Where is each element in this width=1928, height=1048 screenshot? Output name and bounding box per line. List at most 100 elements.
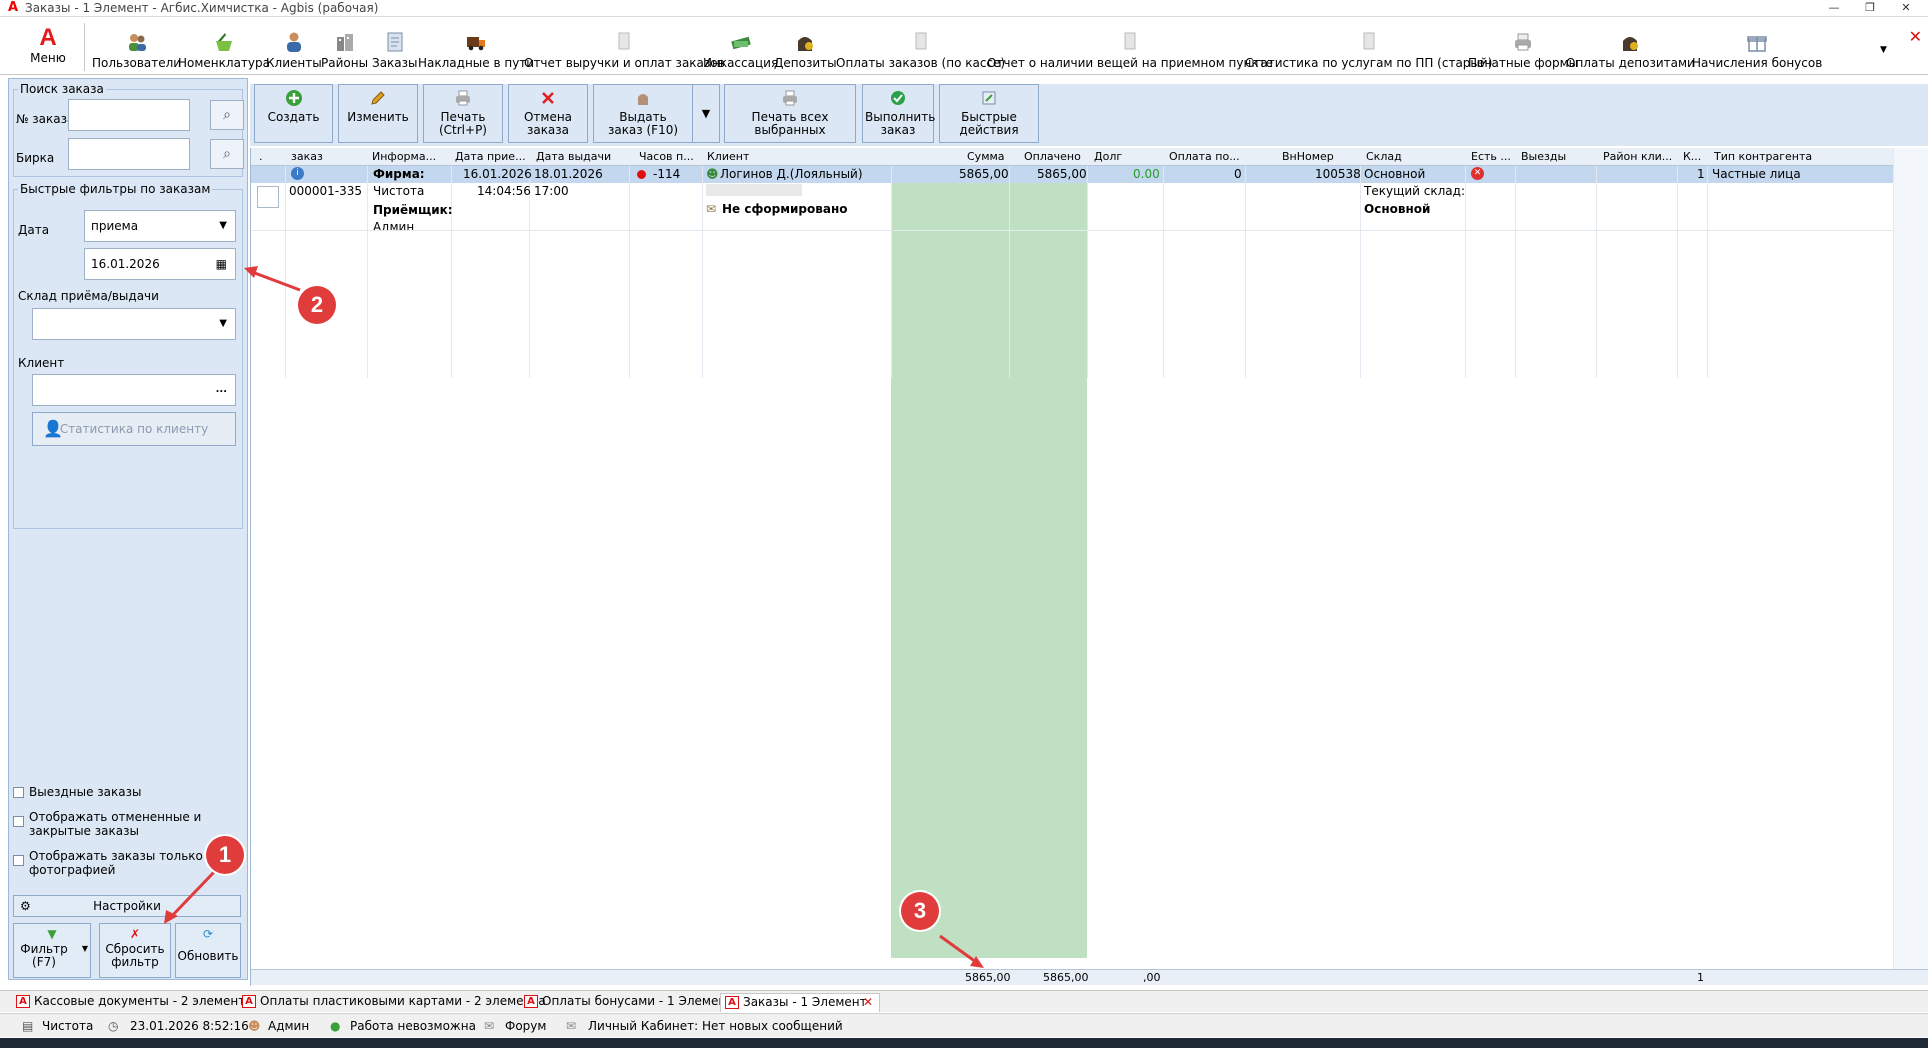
client-more-button[interactable]: ... bbox=[216, 375, 227, 405]
status-datetime: 23.01.2026 8:52:16 bbox=[130, 1019, 249, 1033]
toolbar-deposits[interactable]: Депозиты bbox=[774, 31, 837, 71]
order-no-input[interactable] bbox=[68, 99, 190, 131]
agbis-tab-icon: A bbox=[16, 995, 30, 1008]
tag-input[interactable] bbox=[68, 138, 190, 170]
order-no-search-button[interactable]: ⌕ bbox=[210, 100, 244, 130]
col-header-order[interactable]: заказ bbox=[291, 150, 323, 163]
toolbar-order-payments[interactable]: Оплаты заказов (по кассе) bbox=[836, 31, 1005, 71]
toolbar-waybills[interactable]: Накладные в пути bbox=[418, 31, 534, 71]
status-forum[interactable]: Форум bbox=[505, 1019, 546, 1033]
toolbar-revenue-report[interactable]: Отчет выручки и оплат заказов bbox=[524, 31, 725, 71]
toolbar-users[interactable]: Пользователи bbox=[92, 31, 181, 71]
client-name[interactable]: Логинов Д.(Лояльный) bbox=[720, 167, 863, 181]
print-button[interactable]: Печать (Ctrl+P) bbox=[423, 84, 503, 143]
warehouse-dropdown[interactable]: ▼ bbox=[32, 308, 236, 340]
window-close-button[interactable]: ✕ bbox=[1888, 0, 1924, 16]
toolbar-more-icon[interactable]: ▼ bbox=[1880, 45, 1892, 57]
pencil-icon bbox=[371, 91, 385, 105]
col-header-dot[interactable]: . bbox=[259, 150, 263, 163]
issue-order-button[interactable]: Выдать заказ (F10) bbox=[593, 84, 693, 143]
tag-search-button[interactable]: ⌕ bbox=[210, 139, 244, 169]
toolbar-items-report[interactable]: Отчет о наличии вещей на приемном пункте bbox=[987, 31, 1273, 71]
edit-button[interactable]: Изменить bbox=[338, 84, 418, 143]
quick-actions-button[interactable]: Быстрые действия bbox=[939, 84, 1039, 143]
orders-grid[interactable]: . заказ Информа... Дата прие... Дата выд… bbox=[250, 148, 1928, 986]
refresh-icon: ⟳ bbox=[202, 927, 214, 941]
user-icon: ☻ bbox=[248, 1019, 261, 1033]
print-all-selected-button[interactable]: Печать всех выбранных bbox=[724, 84, 856, 143]
hours-value: -114 bbox=[653, 167, 681, 181]
toolbar-deposit-payments[interactable]: Оплаты депозитами bbox=[1566, 31, 1695, 71]
toolbar-orders[interactable]: Заказы bbox=[372, 31, 418, 71]
toolbar-print-forms[interactable]: Печатные формы bbox=[1468, 31, 1578, 71]
col-header-k[interactable]: К... bbox=[1683, 150, 1701, 163]
col-header-payment[interactable]: Оплата по... bbox=[1169, 150, 1243, 163]
col-header-visits[interactable]: Выезды bbox=[1521, 150, 1566, 163]
row-select-checkbox[interactable] bbox=[257, 186, 279, 208]
quick-filters-title: Быстрые фильтры по заказам bbox=[18, 182, 213, 196]
col-header-sum[interactable]: Сумма bbox=[967, 150, 1005, 163]
col-header-debt[interactable]: Долг bbox=[1094, 150, 1122, 163]
field-orders-checkbox[interactable]: Выездные заказы bbox=[13, 785, 243, 799]
toolbar-districts[interactable]: Районы bbox=[321, 31, 368, 71]
funnel-icon: ▼ bbox=[47, 927, 57, 941]
col-header-client[interactable]: Клиент bbox=[707, 150, 749, 163]
filter-button[interactable]: ▼ Фильтр (F7) ▼ bbox=[13, 923, 91, 978]
minimize-button[interactable]: — bbox=[1816, 0, 1852, 16]
col-header-info[interactable]: Информа... bbox=[372, 150, 438, 163]
col-header-warehouse[interactable]: Склад bbox=[1366, 150, 1402, 163]
toolbar-bonus-accruals[interactable]: Начисления бонусов bbox=[1692, 31, 1822, 71]
restore-button[interactable]: ❐ bbox=[1852, 0, 1888, 16]
checkbox-box[interactable] bbox=[13, 787, 24, 798]
reset-filter-button[interactable]: ✗ Сбросить фильтр bbox=[99, 923, 171, 978]
tab-bonus-payments[interactable]: A Оплаты бонусами - 1 Элемент bbox=[520, 993, 733, 1012]
tab-orders[interactable]: A Заказы - 1 Элемент ✕ bbox=[720, 993, 880, 1012]
date-input[interactable]: 16.01.2026 ▦ bbox=[84, 248, 236, 280]
complete-order-button[interactable]: Выполнить заказ bbox=[862, 84, 935, 143]
col-header-received[interactable]: Дата прие... bbox=[455, 150, 529, 163]
k-value: 1 bbox=[1697, 167, 1705, 181]
footer-paid: 5865,00 bbox=[1043, 971, 1089, 984]
calendar-icon[interactable]: ▦ bbox=[216, 249, 227, 279]
create-button[interactable]: Создать bbox=[254, 84, 333, 143]
col-header-contractor[interactable]: Тип контрагента bbox=[1714, 150, 1812, 163]
printer-icon bbox=[1515, 33, 1532, 51]
col-header-hours[interactable]: Часов п... bbox=[639, 150, 701, 163]
close-document-icon[interactable]: ✕ bbox=[1909, 27, 1922, 46]
date-type-dropdown[interactable]: приема ▼ bbox=[84, 210, 236, 242]
chevron-down-icon[interactable]: ▼ bbox=[82, 944, 88, 953]
grid-scroll-area[interactable] bbox=[1893, 148, 1928, 969]
report-icon bbox=[1124, 32, 1136, 50]
toolbar-nomenclature[interactable]: Номенклатура bbox=[178, 31, 270, 71]
toolbar-service-stats[interactable]: Статистика по услугам по ПП (старый) bbox=[1245, 31, 1492, 71]
client-stats-button[interactable]: 👤 Статистика по клиенту bbox=[32, 412, 236, 446]
tab-cash-documents[interactable]: A Кассовые документы - 2 элемента bbox=[12, 993, 253, 1012]
col-header-paid[interactable]: Оплачено bbox=[1024, 150, 1081, 163]
checkbox-box[interactable] bbox=[13, 855, 24, 866]
tab-card-payments[interactable]: A Оплаты пластиковыми картами - 2 элемен… bbox=[238, 993, 546, 1012]
col-header-internal-no[interactable]: ВнНомер bbox=[1282, 150, 1334, 163]
order-no-label: № заказа bbox=[16, 112, 75, 126]
issue-order-dropdown[interactable]: ▼ bbox=[692, 84, 720, 143]
order-number[interactable]: 000001-335 bbox=[289, 184, 362, 198]
action-toolbar: Создать Изменить Печать (Ctrl+P) Отмена … bbox=[250, 84, 1928, 146]
col-header-issue[interactable]: Дата выдачи bbox=[536, 150, 611, 163]
status-cabinet[interactable]: Личный Кабинет: Нет новых сообщений bbox=[588, 1019, 843, 1033]
menu-button[interactable]: A Меню bbox=[24, 25, 72, 71]
toolbar-cash-collection[interactable]: Инкассация bbox=[703, 31, 778, 71]
refresh-button[interactable]: ⟳ Обновить bbox=[175, 923, 241, 978]
settings-button[interactable]: ⚙ Настройки bbox=[13, 895, 241, 917]
overdue-status-icon bbox=[637, 170, 646, 179]
client-input[interactable]: ... bbox=[32, 374, 236, 406]
col-header-has[interactable]: Есть ... bbox=[1471, 150, 1515, 163]
users-icon bbox=[128, 34, 146, 51]
report-icon bbox=[1363, 32, 1375, 50]
show-cancelled-checkbox[interactable]: Отображать отмененные и закрытые заказы bbox=[13, 810, 243, 838]
tab-close-icon[interactable]: ✕ bbox=[863, 994, 873, 1011]
toolbar-clients[interactable]: Клиенты bbox=[266, 31, 322, 71]
col-header-district[interactable]: Район кли... bbox=[1603, 150, 1675, 163]
cancel-order-button[interactable]: Отмена заказа bbox=[508, 84, 588, 143]
check-icon bbox=[891, 91, 905, 105]
info-icon[interactable]: i bbox=[291, 167, 304, 180]
checkbox-box[interactable] bbox=[13, 816, 24, 827]
